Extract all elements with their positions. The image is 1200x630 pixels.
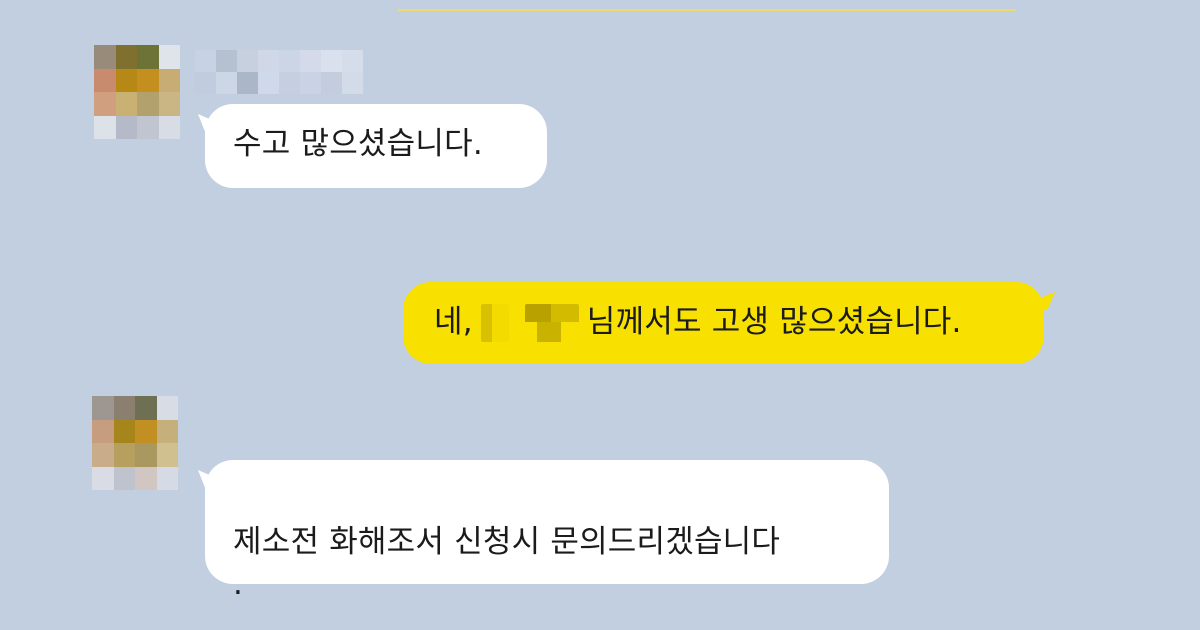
incoming-message-bubble[interactable]: 제소전 화해조서 신청시 문의드리겠습니다 . bbox=[205, 460, 889, 602]
top-divider-line bbox=[398, 9, 1016, 11]
outgoing-message-bubble[interactable]: 네, 님께서도 고생 많으셨습니다. bbox=[403, 282, 1044, 364]
message-prefix: 네, bbox=[434, 304, 473, 341]
avatar[interactable] bbox=[92, 396, 178, 490]
message-text: 수고 많으셨습니다. bbox=[233, 126, 483, 162]
redacted-name-block bbox=[480, 304, 509, 342]
redacted-name-block bbox=[524, 304, 579, 342]
avatar[interactable] bbox=[94, 45, 180, 139]
contact-name-redacted bbox=[195, 50, 363, 94]
message-suffix: 님께서도 고생 많으셨습니다. bbox=[586, 304, 962, 341]
incoming-message-bubble[interactable]: 수고 많으셨습니다. bbox=[205, 104, 547, 188]
